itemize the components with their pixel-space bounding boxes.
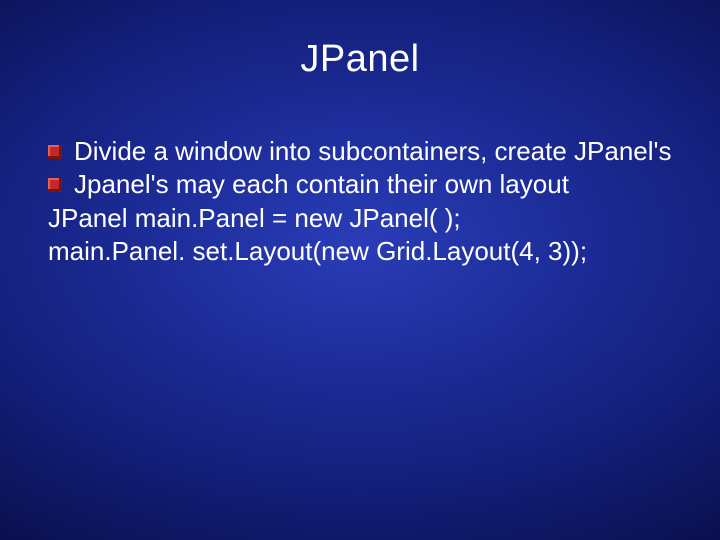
slide: JPanel Divide a window into subcontainer… <box>0 0 720 540</box>
slide-body: Divide a window into subcontainers, crea… <box>48 135 672 268</box>
bullet-text: Divide a window into subcontainers, crea… <box>74 136 672 166</box>
slide-title: JPanel <box>0 38 720 81</box>
bullet-text: Jpanel's may each contain their own layo… <box>74 169 569 199</box>
square-bullet-icon <box>48 178 62 192</box>
bullet-item: Divide a window into subcontainers, crea… <box>48 135 672 168</box>
code-line: main.Panel. set.Layout(new Grid.Layout(4… <box>48 235 672 268</box>
bullet-item: Jpanel's may each contain their own layo… <box>48 168 672 201</box>
square-bullet-icon <box>48 145 62 159</box>
code-line: JPanel main.Panel = new JPanel( ); <box>48 202 672 235</box>
